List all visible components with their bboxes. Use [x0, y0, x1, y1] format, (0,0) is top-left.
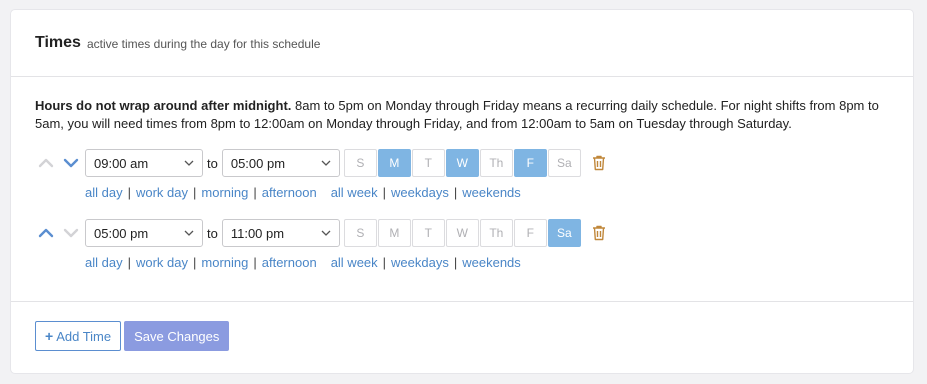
preset-all-week[interactable]: all week — [331, 255, 378, 270]
preset-morning[interactable]: morning — [201, 185, 248, 200]
caret-down-icon — [184, 230, 194, 236]
separator: | — [453, 185, 458, 200]
separator: | — [193, 185, 197, 200]
day-toggles: S M T W Th F Sa — [343, 219, 582, 247]
preset-all-week[interactable]: all week — [331, 185, 378, 200]
to-label: to — [207, 225, 218, 241]
chevron-up-icon — [38, 228, 54, 238]
preset-work-day[interactable]: work day — [136, 255, 188, 270]
trash-icon — [592, 225, 605, 241]
chevron-down-icon — [63, 158, 79, 168]
preset-weekdays[interactable]: weekdays — [391, 185, 449, 200]
preset-afternoon[interactable]: afternoon — [262, 185, 317, 200]
preset-work-day[interactable]: work day — [136, 185, 188, 200]
day-toggles: S M T W Th F Sa — [343, 149, 582, 177]
move-up-button[interactable] — [35, 222, 57, 244]
page-subtitle: active times during the day for this sch… — [86, 37, 321, 51]
preset-morning[interactable]: morning — [201, 255, 248, 270]
preset-links: all day | work day | morning | afternoon al… — [85, 255, 521, 270]
day-toggle-thursday[interactable]: Th — [479, 219, 513, 247]
day-toggle-sunday[interactable]: S — [343, 149, 377, 177]
card-body: Hours do not wrap around after midnight.… — [11, 77, 913, 302]
move-down-button[interactable] — [60, 222, 82, 244]
day-toggle-wednesday[interactable]: W — [445, 149, 479, 177]
save-changes-button[interactable]: Save Changes — [124, 321, 230, 351]
preset-weekends[interactable]: weekends — [462, 255, 521, 270]
time-row: 05:00 pm to 11:00 pm S M T W Th F Sa — [35, 219, 606, 247]
preset-afternoon[interactable]: afternoon — [262, 255, 317, 270]
day-toggle-monday[interactable]: M — [377, 219, 411, 247]
preset-all-day[interactable]: all day — [85, 255, 123, 270]
separator: | — [253, 185, 257, 200]
caret-down-icon — [321, 160, 331, 166]
add-time-button[interactable]: + Add Time — [35, 321, 122, 351]
end-time-value: 05:00 pm — [230, 155, 286, 171]
start-time-value: 09:00 am — [94, 155, 149, 171]
day-toggle-tuesday[interactable]: T — [411, 219, 445, 247]
separator: | — [382, 185, 387, 200]
day-toggle-tuesday[interactable]: T — [411, 149, 445, 177]
separator: | — [253, 255, 257, 270]
card-footer: + Add Time Save Changes — [35, 321, 230, 351]
separator: | — [453, 255, 458, 270]
day-toggle-friday[interactable]: F — [513, 219, 547, 247]
move-down-button[interactable] — [60, 152, 82, 174]
start-time-select[interactable]: 05:00 pm — [85, 219, 203, 247]
trash-icon — [592, 155, 605, 171]
wrap-note: Hours do not wrap around after midnight.… — [35, 97, 889, 133]
to-label: to — [207, 155, 218, 171]
end-time-value: 11:00 pm — [230, 225, 285, 241]
preset-weekends[interactable]: weekends — [462, 185, 521, 200]
plus-icon: + — [45, 328, 54, 344]
day-toggle-monday[interactable]: M — [377, 149, 411, 177]
day-toggle-saturday[interactable]: Sa — [547, 219, 581, 247]
caret-down-icon — [321, 230, 331, 236]
preset-all-day[interactable]: all day — [85, 185, 123, 200]
day-toggle-saturday[interactable]: Sa — [547, 149, 581, 177]
chevron-down-icon — [63, 228, 79, 238]
delete-row-button[interactable] — [592, 225, 606, 241]
caret-down-icon — [184, 160, 194, 166]
separator: | — [193, 255, 197, 270]
separator: | — [127, 185, 131, 200]
preset-links: all day | work day | morning | afternoon al… — [85, 185, 521, 200]
move-up-button[interactable] — [35, 152, 57, 174]
day-toggle-friday[interactable]: F — [513, 149, 547, 177]
start-time-select[interactable]: 09:00 am — [85, 149, 203, 177]
day-toggle-sunday[interactable]: S — [343, 219, 377, 247]
add-time-label: Add Time — [56, 328, 112, 344]
wrap-note-bold: Hours do not wrap around after midnight. — [35, 98, 292, 113]
end-time-select[interactable]: 11:00 pm — [221, 219, 340, 247]
preset-weekdays[interactable]: weekdays — [391, 255, 449, 270]
day-toggle-thursday[interactable]: Th — [479, 149, 513, 177]
day-toggle-wednesday[interactable]: W — [445, 219, 479, 247]
card-header: Times active times during the day for th… — [11, 10, 913, 77]
start-time-value: 05:00 pm — [94, 225, 149, 241]
time-row: 09:00 am to 05:00 pm S M T W Th F Sa — [35, 149, 606, 177]
chevron-up-icon — [38, 158, 54, 168]
times-card: Times active times during the day for th… — [11, 10, 913, 373]
separator: | — [127, 255, 131, 270]
page-title: Times — [35, 34, 81, 51]
separator: | — [382, 255, 387, 270]
delete-row-button[interactable] — [592, 155, 606, 171]
end-time-select[interactable]: 05:00 pm — [221, 149, 340, 177]
